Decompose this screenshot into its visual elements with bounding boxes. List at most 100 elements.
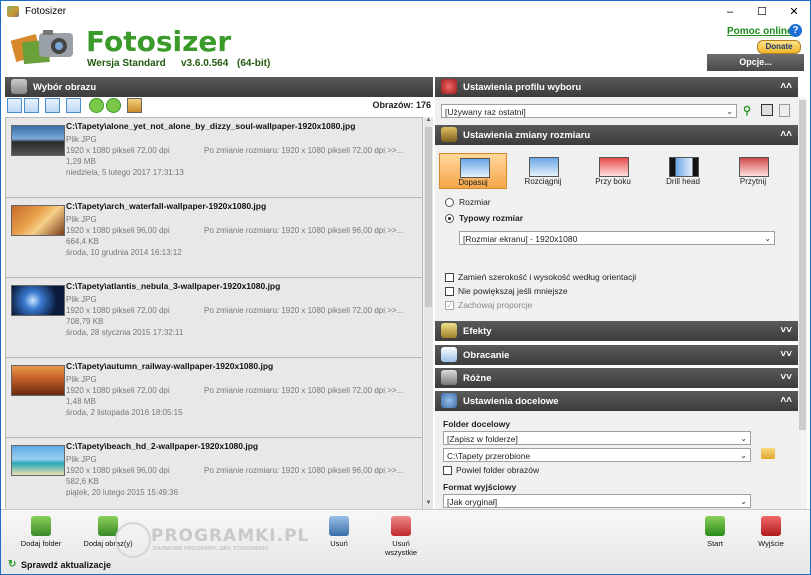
mode-label: Rozciągnij: [524, 177, 562, 186]
chevron-down-icon: ⌄: [764, 234, 771, 243]
version-label: v3.6.0.564: [181, 58, 229, 69]
item-date: piątek, 20 lutego 2015 15:49:36: [66, 488, 179, 497]
minimize-button[interactable]: –: [714, 1, 746, 23]
options-button[interactable]: Opcje...: [707, 54, 804, 71]
maximize-button[interactable]: ☐: [746, 1, 778, 23]
list-item[interactable]: C:\Tapety\alone_yet_not_alone_by_dizzy_s…: [5, 117, 423, 200]
remove-all-button[interactable]: Usuń wszystkie: [377, 516, 425, 557]
profile-settings-header[interactable]: Ustawienia profilu wyboru ˄˄: [435, 77, 798, 97]
image-list[interactable]: C:\Tapety\alone_yet_not_alone_by_dizzy_s…: [5, 117, 433, 509]
resize-settings-header[interactable]: Ustawienia zmiany rozmiaru ˄˄: [435, 125, 798, 145]
radio-typical-size-label: Typowy rozmiar: [459, 213, 524, 223]
image-list-toolbar: Obrazów: 176: [5, 97, 433, 115]
view-list-icon[interactable]: [45, 98, 60, 113]
profile-icon: [441, 79, 457, 94]
app-header: Fotosizer Wersja Standard v3.6.0.564 (64…: [1, 23, 810, 75]
repeat-folders-checkbox[interactable]: [443, 466, 452, 475]
no-enlarge-label: Nie powiększaj jeśli mniejsze: [458, 286, 568, 296]
add-folder-button[interactable]: Dodaj folder: [19, 516, 63, 548]
image-thumbnail: [11, 205, 65, 236]
donate-button[interactable]: Donate: [757, 40, 801, 54]
view-details-icon[interactable]: [7, 98, 22, 113]
misc-title: Różne: [463, 373, 492, 384]
image-selection-title: Wybór obrazu: [33, 82, 97, 93]
settings-scrollbar-thumb[interactable]: [799, 100, 806, 430]
item-type: Plik JPG: [66, 135, 97, 144]
repeat-folders-label: Powiel folder obrazów: [456, 465, 540, 475]
delete-profile-icon[interactable]: [779, 104, 790, 117]
rotate-right-icon[interactable]: [106, 98, 121, 113]
start-button[interactable]: Start: [701, 516, 729, 548]
collapse-icon[interactable]: ˄˄: [780, 129, 792, 140]
save-profile-icon[interactable]: [761, 104, 773, 116]
remove-button[interactable]: Usuń: [325, 516, 353, 548]
output-format-select[interactable]: [Jak oryginał] ⌄: [443, 494, 751, 508]
mode-fit-button[interactable]: Dopasuj: [439, 153, 507, 189]
item-after-resize: Po zmianie rozmiaru: 1920 x 1080 pikseli…: [204, 466, 404, 475]
expand-icon[interactable]: ˅˅: [780, 349, 792, 360]
typical-size-select[interactable]: [Rozmiar ekranu] - 1920x1080 ⌄: [459, 231, 775, 245]
radio-size[interactable]: [445, 198, 454, 207]
item-type: Plik JPG: [66, 455, 97, 464]
radio-typical-size[interactable]: [445, 214, 454, 223]
check-updates-link[interactable]: ↻ Sprawdź aktualizacje: [8, 559, 112, 570]
camera-logo-icon: [10, 30, 73, 65]
mode-label: Przy boku: [595, 177, 631, 186]
settings-pane: Ustawienia profilu wyboru ˄˄ [Używany ra…: [435, 77, 798, 509]
brand-name: Fotosizer: [86, 25, 232, 58]
target-settings-body: Folder docelowy [Zapisz w folderze] ⌄ C:…: [435, 411, 798, 509]
view-thumbnails-icon[interactable]: [24, 98, 39, 113]
item-path: C:\Tapety\arch_waterfall-wallpaper-1920x…: [66, 201, 267, 211]
list-item[interactable]: C:\Tapety\atlantis_nebula_3-wallpaper-19…: [5, 277, 423, 360]
scrollbar-thumb[interactable]: [425, 127, 432, 307]
expand-icon[interactable]: ˅˅: [780, 372, 792, 383]
mode-label: Drill head: [666, 177, 700, 186]
item-type: Plik JPG: [66, 295, 97, 304]
help-icon[interactable]: ?: [789, 24, 802, 37]
list-item[interactable]: C:\Tapety\beach_hd_2-wallpaper-1920x1080…: [5, 437, 423, 509]
browse-folder-icon[interactable]: [761, 448, 775, 459]
exit-button[interactable]: Wyjście: [755, 516, 787, 548]
close-button[interactable]: ✕: [778, 1, 810, 23]
folder-mode-select[interactable]: [Zapisz w folderze] ⌄: [443, 431, 751, 445]
help-online-link[interactable]: Pomoc online: [727, 26, 793, 37]
expand-icon[interactable]: ˅˅: [780, 325, 792, 336]
effects-header[interactable]: Efekty ˅˅: [435, 321, 798, 341]
scroll-up-icon[interactable]: ▲: [424, 117, 433, 126]
swap-orientation-label: Zamień szerokość i wysokość według orien…: [458, 272, 637, 282]
output-format-label: Format wyjściowy: [443, 482, 517, 492]
mode-stretch-button[interactable]: Rozciągnij: [509, 153, 577, 189]
scroll-down-icon[interactable]: ▼: [424, 500, 433, 509]
load-profile-icon[interactable]: ⚲: [743, 104, 757, 118]
list-item[interactable]: C:\Tapety\arch_waterfall-wallpaper-1920x…: [5, 197, 423, 280]
mode-crop-button[interactable]: Przytnij: [719, 153, 787, 189]
mode-side-button[interactable]: Przy boku: [579, 153, 647, 189]
profile-select[interactable]: [Używany raz ostatni] ⌄: [441, 104, 737, 118]
rotate-left-icon[interactable]: [89, 98, 104, 113]
settings-scrollbar[interactable]: [798, 98, 807, 509]
remove-all-icon: [391, 516, 411, 536]
collapse-icon[interactable]: ˄˄: [780, 81, 792, 92]
swap-orientation-checkbox[interactable]: [445, 273, 454, 282]
refresh-icon: ↻: [8, 559, 17, 570]
image-list-scrollbar[interactable]: ▲ ▼: [424, 117, 433, 509]
target-settings-header[interactable]: Ustawienia docelowe ˄˄: [435, 391, 798, 411]
add-folder-label: Dodaj folder: [20, 539, 62, 548]
keep-aspect-label: Zachowaj proporcje: [458, 300, 533, 310]
collapse-icon[interactable]: ˄˄: [780, 395, 792, 406]
add-folder-icon: [31, 516, 51, 536]
folder-path-select[interactable]: C:\Tapety przerobione ⌄: [443, 448, 751, 462]
chevron-down-icon: ⌄: [740, 434, 747, 443]
view-tiles-icon[interactable]: [66, 98, 81, 113]
list-item[interactable]: C:\Tapety\autumn_railway-wallpaper-1920x…: [5, 357, 423, 440]
keep-aspect-checkbox[interactable]: ✓: [445, 301, 454, 310]
mode-drill-button[interactable]: Drill head: [649, 153, 717, 189]
no-enlarge-checkbox[interactable]: [445, 287, 454, 296]
rotate-header[interactable]: Obracanie ˅˅: [435, 345, 798, 365]
misc-header[interactable]: Różne ˅˅: [435, 368, 798, 388]
image-thumbnail: [11, 365, 65, 396]
sort-icon[interactable]: [127, 98, 142, 113]
target-icon: [441, 393, 457, 408]
check-updates-label: Sprawdź aktualizacje: [21, 560, 112, 570]
crop-icon: [739, 157, 769, 177]
